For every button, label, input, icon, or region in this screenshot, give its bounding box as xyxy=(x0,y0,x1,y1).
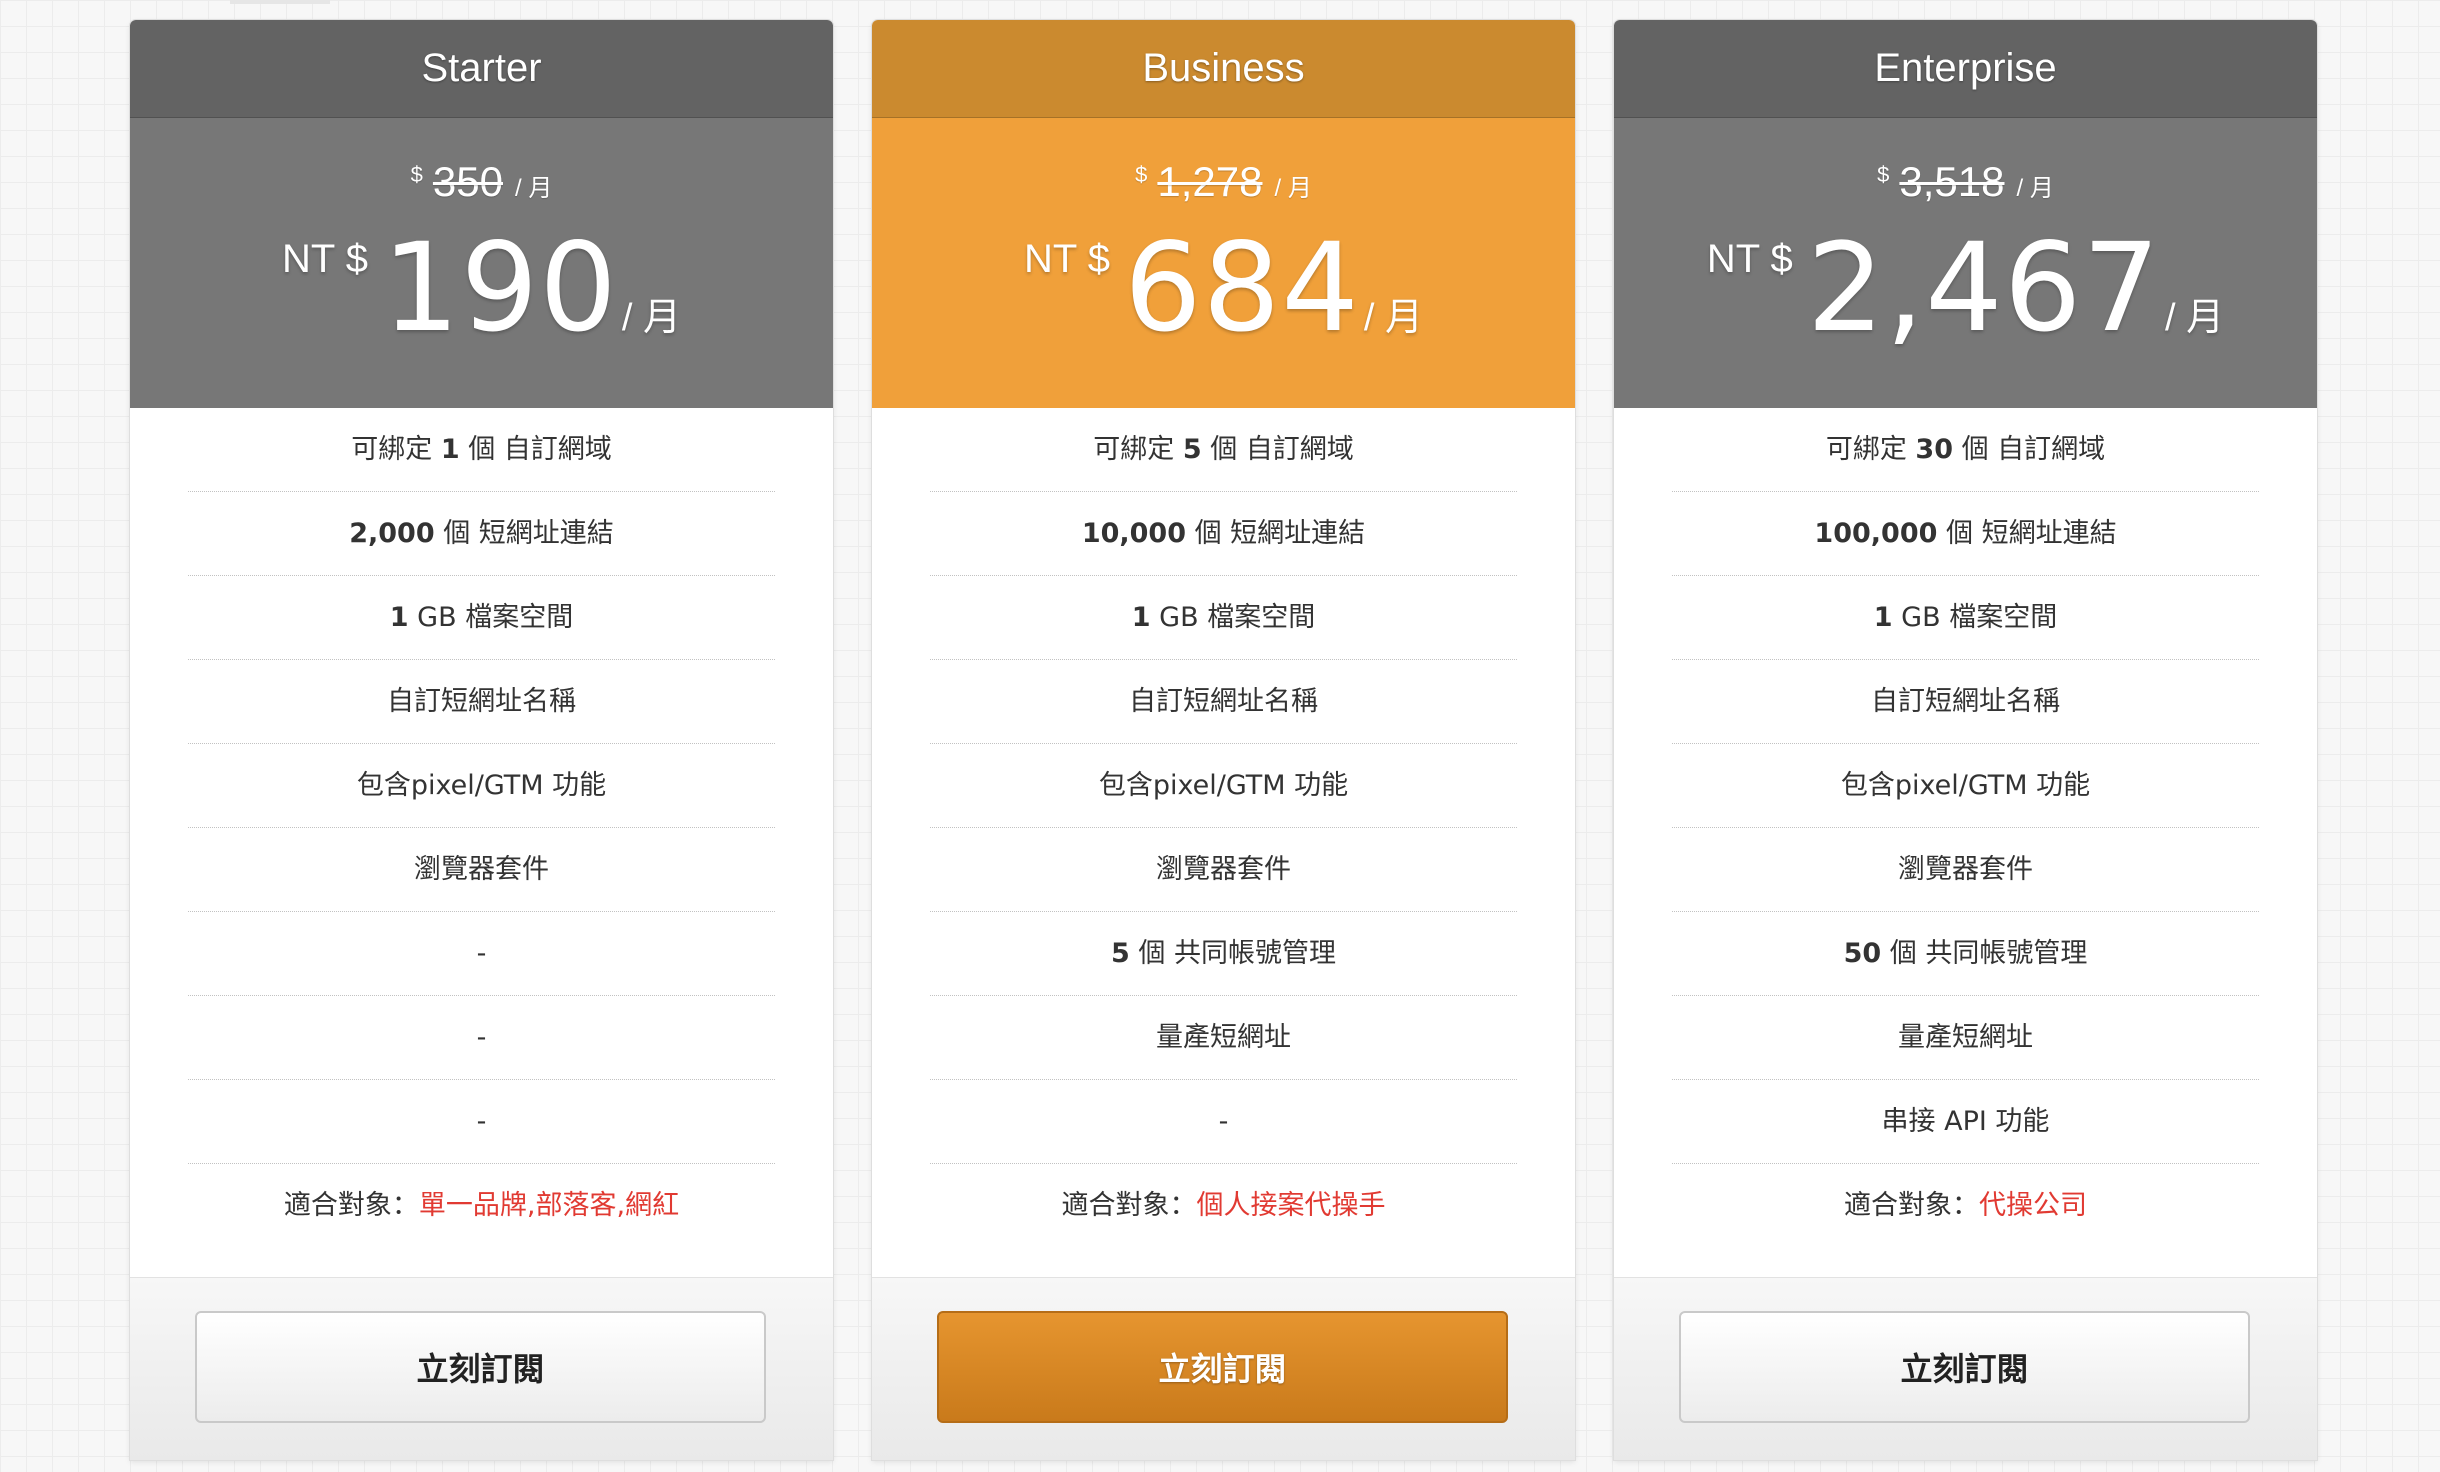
feature-item: 量產短網址 xyxy=(930,996,1517,1080)
price-unit: / 月 xyxy=(1363,297,1423,339)
feature-item: - xyxy=(188,1080,775,1164)
target-audience: 適合對象：代操公司 xyxy=(1672,1164,2259,1247)
feature-item: - xyxy=(188,996,775,1080)
original-currency: $ xyxy=(410,162,423,187)
target-audience-value: 單一品牌,部落客,網紅 xyxy=(418,1190,680,1221)
current-price: NT $ 684/ 月 xyxy=(872,213,1575,363)
feature-item: 包含pixel/GTM 功能 xyxy=(188,744,775,828)
price-box: $1,278/ 月 NT $684/ 月 xyxy=(872,118,1575,408)
subscribe-button-enterprise[interactable]: 立刻訂閱 xyxy=(1679,1311,2250,1423)
feature-item: 可綁定 1 個 自訂網域 xyxy=(188,408,775,492)
feature-item: 2,000 個 短網址連結 xyxy=(188,492,775,576)
feature-item: 自訂短網址名稱 xyxy=(930,660,1517,744)
plan-name: Business xyxy=(872,20,1575,118)
feature-item: 可綁定 30 個 自訂網域 xyxy=(1672,408,2259,492)
feature-item: 1 GB 檔案空間 xyxy=(930,576,1517,660)
feature-item: 瀏覽器套件 xyxy=(188,828,775,912)
feature-item: - xyxy=(930,1080,1517,1164)
plan-card-business: Business $1,278/ 月 NT $684/ 月 可綁定 5 個 自訂… xyxy=(872,20,1575,1460)
subscribe-button-starter[interactable]: 立刻訂閱 xyxy=(195,1311,766,1423)
target-audience-label: 適合對象： xyxy=(1061,1190,1197,1221)
plan-name: Enterprise xyxy=(1614,20,2317,118)
plan-card-enterprise: Enterprise $3,518/ 月 NT $2,467/ 月 可綁定 30… xyxy=(1614,20,2317,1460)
feature-item: 串接 API 功能 xyxy=(1672,1080,2259,1164)
feature-item: 量產短網址 xyxy=(1672,996,2259,1080)
feature-item: 自訂短網址名稱 xyxy=(1672,660,2259,744)
feature-list: 可綁定 30 個 自訂網域 100,000 個 短網址連結 1 GB 檔案空間 … xyxy=(1672,408,2259,1247)
price-currency: NT $ xyxy=(1706,237,1793,281)
original-price: $1,278 / 月 xyxy=(872,158,1575,206)
feature-item: 瀏覽器套件 xyxy=(1672,828,2259,912)
subscribe-button-business[interactable]: 立刻訂閱 xyxy=(937,1311,1508,1423)
feature-item: 包含pixel/GTM 功能 xyxy=(930,744,1517,828)
price-amount: 684 xyxy=(1123,217,1360,359)
plan-name: Starter xyxy=(130,20,833,118)
feature-item: - xyxy=(188,912,775,996)
original-amount: 3,518 xyxy=(1899,158,2005,205)
plan-footer: 立刻訂閱 xyxy=(872,1277,1575,1460)
feature-item: 10,000 個 短網址連結 xyxy=(930,492,1517,576)
feature-item: 可綁定 5 個 自訂網域 xyxy=(930,408,1517,492)
original-currency: $ xyxy=(1135,162,1148,187)
current-price: NT $ 190/ 月 xyxy=(130,213,833,363)
price-amount: 190 xyxy=(381,217,618,359)
original-price: $350 / 月 xyxy=(130,158,833,206)
price-amount: 2,467 xyxy=(1806,217,2162,359)
original-amount: 1,278 xyxy=(1157,158,1263,205)
feature-list: 可綁定 5 個 自訂網域 10,000 個 短網址連結 1 GB 檔案空間 自訂… xyxy=(930,408,1517,1247)
original-unit: / 月 xyxy=(1274,175,1312,202)
original-price: $3,518 / 月 xyxy=(1614,158,2317,206)
original-amount: 350 xyxy=(432,158,503,205)
pricing-plans: Starter $350/ 月 NT $190/ 月 可綁定 1 個 自訂網域 … xyxy=(0,0,2440,1472)
target-audience-value: 代操公司 xyxy=(1979,1190,2087,1221)
plan-card-starter: Starter $350/ 月 NT $190/ 月 可綁定 1 個 自訂網域 … xyxy=(130,20,833,1460)
original-unit: / 月 xyxy=(2016,175,2054,202)
feature-list: 可綁定 1 個 自訂網域 2,000 個 短網址連結 1 GB 檔案空間 自訂短… xyxy=(188,408,775,1247)
price-currency: NT $ xyxy=(1024,237,1110,281)
feature-item: 1 GB 檔案空間 xyxy=(1672,576,2259,660)
target-audience: 適合對象：單一品牌,部落客,網紅 xyxy=(188,1164,775,1247)
feature-item: 自訂短網址名稱 xyxy=(188,660,775,744)
target-audience-label: 適合對象： xyxy=(283,1190,419,1221)
original-currency: $ xyxy=(1877,162,1890,187)
target-audience: 適合對象：個人接案代操手 xyxy=(930,1164,1517,1247)
feature-item: 包含pixel/GTM 功能 xyxy=(1672,744,2259,828)
target-audience-label: 適合對象： xyxy=(1844,1190,1979,1221)
price-unit: / 月 xyxy=(2165,297,2225,339)
current-price: NT $ 2,467/ 月 xyxy=(1614,213,2317,363)
price-box: $3,518/ 月 NT $2,467/ 月 xyxy=(1614,118,2317,408)
plan-footer: 立刻訂閱 xyxy=(1614,1277,2317,1460)
feature-item: 50 個 共同帳號管理 xyxy=(1672,912,2259,996)
plan-footer: 立刻訂閱 xyxy=(130,1277,833,1460)
price-currency: NT $ xyxy=(282,237,368,281)
original-unit: / 月 xyxy=(514,175,553,202)
price-unit: / 月 xyxy=(621,297,681,339)
price-box: $350/ 月 NT $190/ 月 xyxy=(130,118,833,408)
feature-item: 瀏覽器套件 xyxy=(930,828,1517,912)
target-audience-value: 個人接案代操手 xyxy=(1196,1190,1386,1221)
feature-item: 5 個 共同帳號管理 xyxy=(930,912,1517,996)
feature-item: 1 GB 檔案空間 xyxy=(188,576,775,660)
feature-item: 100,000 個 短網址連結 xyxy=(1672,492,2259,576)
